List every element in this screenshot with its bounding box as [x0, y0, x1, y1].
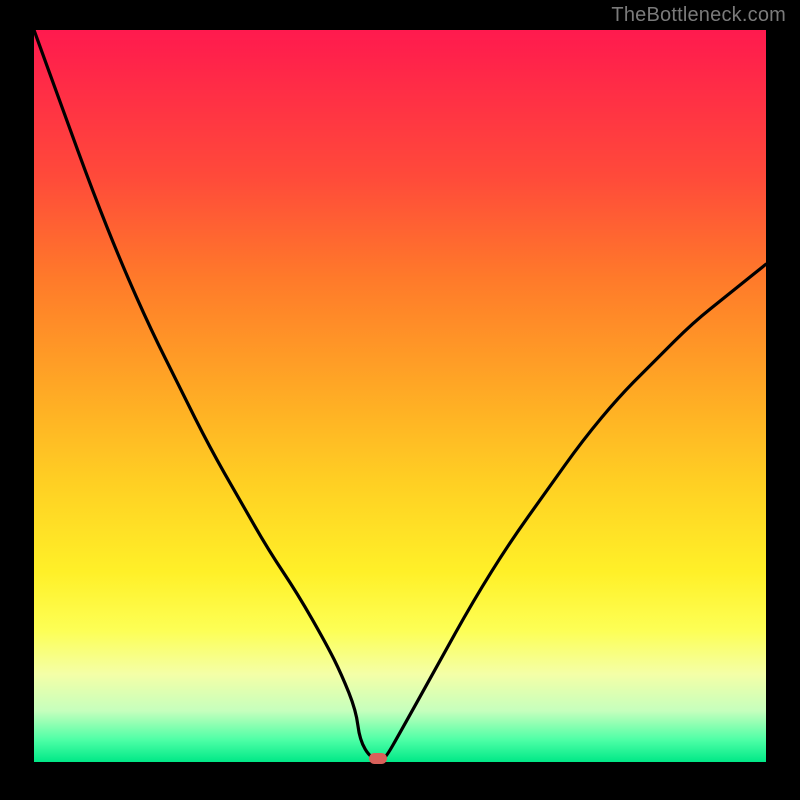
optimal-marker — [369, 753, 387, 764]
curve-path — [34, 30, 766, 758]
bottleneck-curve — [34, 30, 766, 762]
chart-frame: TheBottleneck.com — [0, 0, 800, 800]
watermark-text: TheBottleneck.com — [611, 4, 786, 27]
plot-area — [34, 30, 766, 762]
